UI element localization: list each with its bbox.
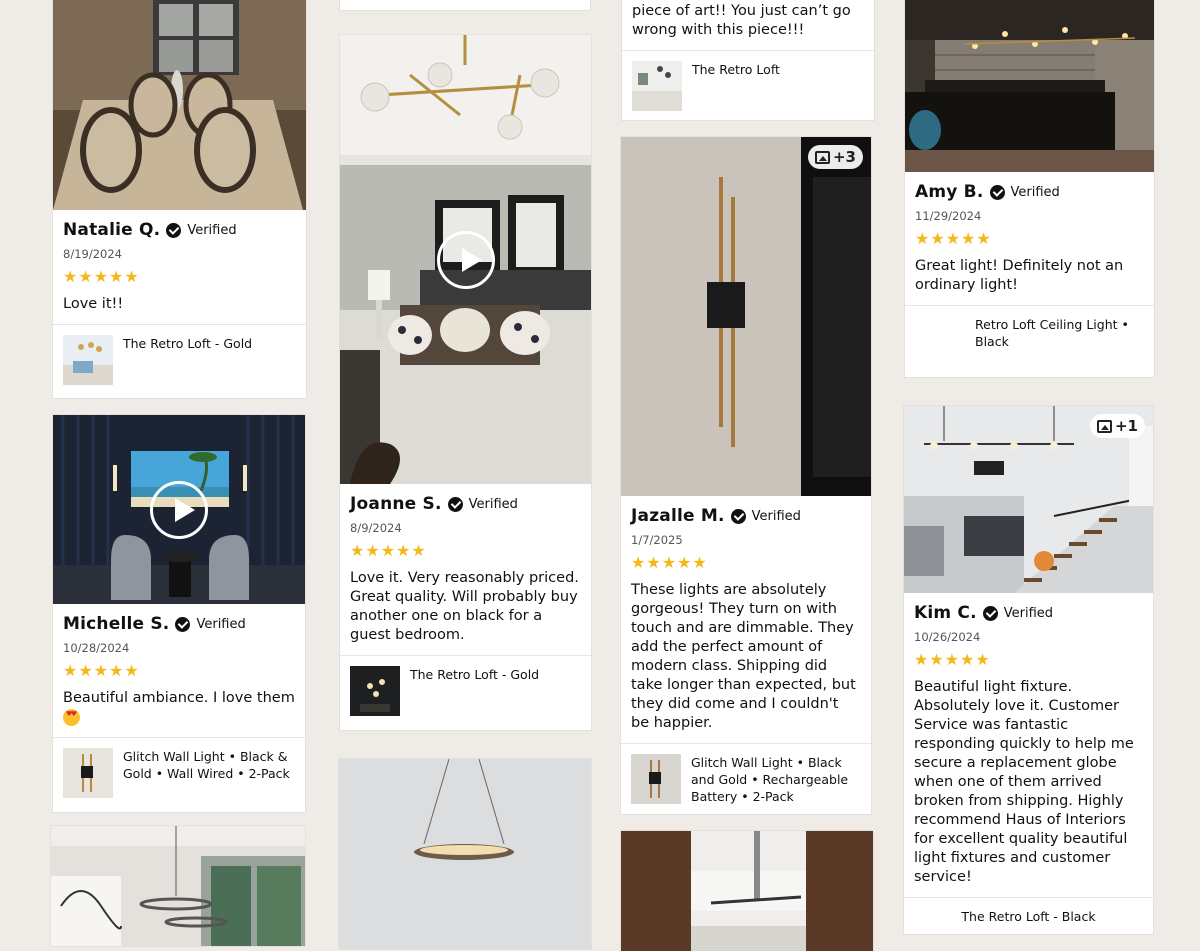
review-card: +1 Kim C. Verified 10/26/2024 ★★★★★ Beaut… xyxy=(904,406,1153,934)
review-card: Natalie Q. Verified 8/19/2024 ★★★★★ Love … xyxy=(53,0,306,398)
review-text: Love it!! xyxy=(63,296,124,312)
product-name: The Retro Loft xyxy=(692,62,780,77)
product-name: The Retro Loft - Gold xyxy=(123,336,253,351)
product-link[interactable]: Retro Loft Ceiling Light • Black xyxy=(905,305,1154,376)
product-thumbnail[interactable] xyxy=(915,316,965,366)
star-rating: ★★★★★ xyxy=(915,229,992,248)
verified-check-icon xyxy=(447,496,463,512)
heart-eyes-emoji-icon xyxy=(63,708,80,726)
product-name: The Retro Loft - Gold xyxy=(410,667,540,682)
product-thumbnail[interactable] xyxy=(63,748,113,798)
reviewer-name: Kim C. xyxy=(914,603,977,623)
photo-count: +3 xyxy=(832,148,856,166)
review-card xyxy=(339,759,591,949)
review-date: 10/26/2024 xyxy=(914,630,981,644)
review-card xyxy=(621,831,873,951)
product-link[interactable]: The Retro Loft - Gold xyxy=(53,324,306,395)
star-rating: ★★★★★ xyxy=(631,553,708,572)
review-photo[interactable]: +3 xyxy=(621,137,871,496)
verified-label: Verified xyxy=(196,616,246,632)
verified-label: Verified xyxy=(1010,184,1060,200)
reviewer-name: Amy B. xyxy=(915,182,984,202)
star-rating: ★★★★★ xyxy=(914,650,991,669)
verified-check-icon xyxy=(989,184,1005,200)
review-card: piece of art!! You just can’t go wrong w… xyxy=(622,0,874,120)
photo-count: +1 xyxy=(1114,417,1138,435)
reviewer-name: Jazalle M. xyxy=(631,506,725,526)
verified-check-icon xyxy=(730,508,746,524)
product-name: Retro Loft Ceiling Light • Black xyxy=(975,317,1129,349)
star-rating: ★★★★★ xyxy=(63,661,140,680)
photo-count-badge[interactable]: +1 xyxy=(1089,414,1145,438)
product-thumbnail[interactable] xyxy=(631,754,681,804)
play-icon[interactable] xyxy=(150,480,208,539)
gallery-icon xyxy=(1096,419,1112,433)
photo-count-badge[interactable]: +3 xyxy=(807,145,863,169)
review-date: 10/28/2024 xyxy=(63,641,130,655)
review-text: Love it. Very reasonably priced. Great q… xyxy=(350,570,579,643)
reviewer-name: Joanne S. xyxy=(350,494,442,514)
review-photo[interactable] xyxy=(621,831,873,951)
review-text: Beautiful ambiance. I love them xyxy=(63,690,295,706)
review-date: 8/19/2024 xyxy=(63,247,122,261)
review-text: piece of art!! You just can’t go wrong w… xyxy=(632,3,851,38)
review-text: These lights are absolutely gorgeous! Th… xyxy=(631,582,856,731)
verified-check-icon xyxy=(982,605,998,621)
review-photo[interactable] xyxy=(51,826,305,946)
review-card xyxy=(51,826,305,946)
review-text: Beautiful light fixture. Absolutely love… xyxy=(914,679,1134,885)
product-thumbnail[interactable] xyxy=(632,61,682,111)
product-link[interactable]: Glitch Wall Light • Black and Gold • Rec… xyxy=(621,743,871,814)
reviewer-name: Michelle S. xyxy=(63,614,170,634)
review-photo[interactable] xyxy=(339,759,591,949)
review-text-container: Beautiful ambiance. I love them xyxy=(63,689,295,727)
product-thumbnail[interactable] xyxy=(350,666,400,716)
product-link[interactable]: The Retro Loft - Black xyxy=(904,897,1153,934)
review-date: 11/29/2024 xyxy=(915,209,982,223)
verified-label: Verified xyxy=(468,496,518,512)
review-date: 1/7/2025 xyxy=(631,533,683,547)
product-link[interactable]: The Retro Loft xyxy=(622,50,874,120)
verified-label: Verified xyxy=(1003,605,1054,621)
verified-label: Verified xyxy=(751,508,801,524)
star-rating: ★★★★★ xyxy=(350,541,427,560)
product-link[interactable]: Glitch Wall Light • Black & Gold • Wall … xyxy=(53,737,305,808)
play-icon[interactable] xyxy=(436,230,495,289)
product-name: Glitch Wall Light • Black & Gold • Wall … xyxy=(123,749,290,781)
gallery-icon xyxy=(814,150,830,164)
product-thumbnail[interactable] xyxy=(63,335,113,385)
verified-check-icon xyxy=(166,222,182,238)
review-video[interactable] xyxy=(340,35,591,484)
verified-check-icon xyxy=(175,616,191,632)
review-date: 8/9/2024 xyxy=(350,521,402,535)
review-card: Amy B. Verified 11/29/2024 ★★★★★ Great li… xyxy=(905,0,1154,377)
product-name: Glitch Wall Light • Black and Gold • Rec… xyxy=(691,755,849,804)
review-photo[interactable] xyxy=(53,0,306,210)
star-rating: ★★★★★ xyxy=(63,267,140,286)
review-card: +3 Jazalle M. Verified 1/7/2025 ★★★★★ The… xyxy=(621,137,871,814)
reviewer-name: Natalie Q. xyxy=(63,220,161,240)
review-card: Joanne S. Verified 8/9/2024 ★★★★★ Love it… xyxy=(340,35,591,730)
review-card-top-edge xyxy=(340,0,590,10)
review-video[interactable] xyxy=(53,415,305,604)
product-name: The Retro Loft - Black xyxy=(961,909,1096,924)
product-link[interactable]: The Retro Loft - Gold xyxy=(340,655,591,726)
review-photo[interactable] xyxy=(905,0,1154,172)
review-text: Great light! Definitely not an ordinary … xyxy=(915,258,1124,293)
review-photo[interactable]: +1 xyxy=(904,406,1153,593)
review-card: Michelle S. Verified 10/28/2024 ★★★★★ Bea… xyxy=(53,415,305,812)
verified-label: Verified xyxy=(187,222,237,238)
